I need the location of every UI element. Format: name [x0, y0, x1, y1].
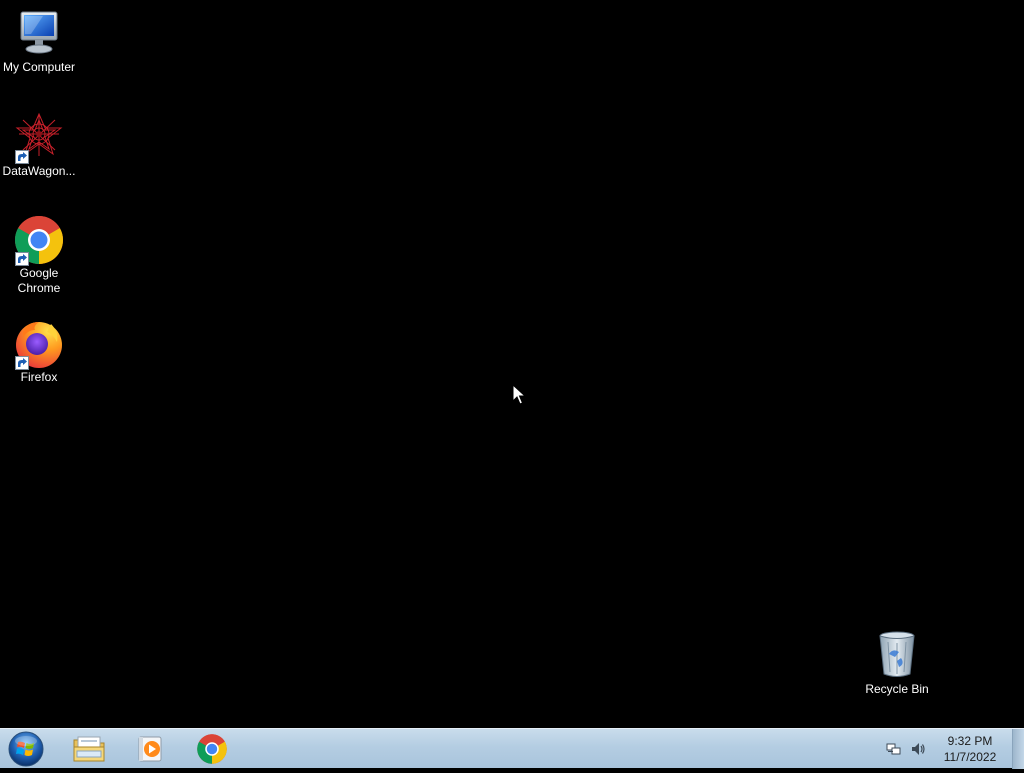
- taskbar-explorer-button[interactable]: [67, 730, 111, 768]
- desktop-icon-label: Firefox: [20, 370, 58, 384]
- desktop-icon-label: Google Chrome: [17, 266, 61, 295]
- desktop-icon-label: My Computer: [2, 60, 76, 74]
- network-icon[interactable]: [886, 741, 902, 757]
- media-player-icon: [138, 736, 162, 762]
- show-desktop-button[interactable]: [1012, 729, 1024, 769]
- start-button[interactable]: [6, 730, 46, 768]
- chrome-icon: [197, 734, 227, 764]
- datawagon-icon: [13, 112, 65, 164]
- clock-date: 11/7/2022: [943, 750, 997, 764]
- desktop-icon-recycle-bin[interactable]: Recycle Bin: [858, 630, 936, 697]
- desktop-icon-datawagon[interactable]: DataWagon...: [0, 112, 78, 179]
- clock[interactable]: 9:32 PM 11/7/2022: [940, 733, 1000, 765]
- shortcut-arrow-icon: [15, 356, 29, 370]
- desktop-icon-google-chrome[interactable]: Google Chrome: [0, 214, 78, 296]
- desktop-icon-my-computer[interactable]: My Computer: [0, 8, 78, 75]
- desktop-icon-label: DataWagon...: [2, 164, 76, 178]
- taskbar-media-player-button[interactable]: [128, 730, 172, 768]
- system-tray: 9:32 PM 11/7/2022: [884, 729, 1024, 769]
- folder-icon: [73, 736, 105, 762]
- shortcut-arrow-icon: [15, 150, 29, 164]
- desktop-icon-label: Recycle Bin: [865, 682, 929, 696]
- taskbar: 9:32 PM 11/7/2022: [0, 728, 1024, 769]
- firefox-icon: [13, 318, 65, 370]
- recycle-bin-icon: [871, 630, 923, 682]
- desktop-icon-firefox[interactable]: Firefox: [0, 318, 78, 385]
- computer-icon: [13, 8, 65, 60]
- volume-icon[interactable]: [910, 741, 926, 757]
- mouse-cursor-icon: [512, 384, 526, 405]
- desktop[interactable]: My Computer DataWagon... Google Chrome F…: [0, 0, 1024, 728]
- chrome-icon: [13, 214, 65, 266]
- shortcut-arrow-icon: [15, 252, 29, 266]
- taskbar-chrome-button[interactable]: [190, 730, 234, 768]
- clock-time: 9:32 PM: [947, 734, 993, 748]
- windows-logo-icon: [8, 731, 44, 767]
